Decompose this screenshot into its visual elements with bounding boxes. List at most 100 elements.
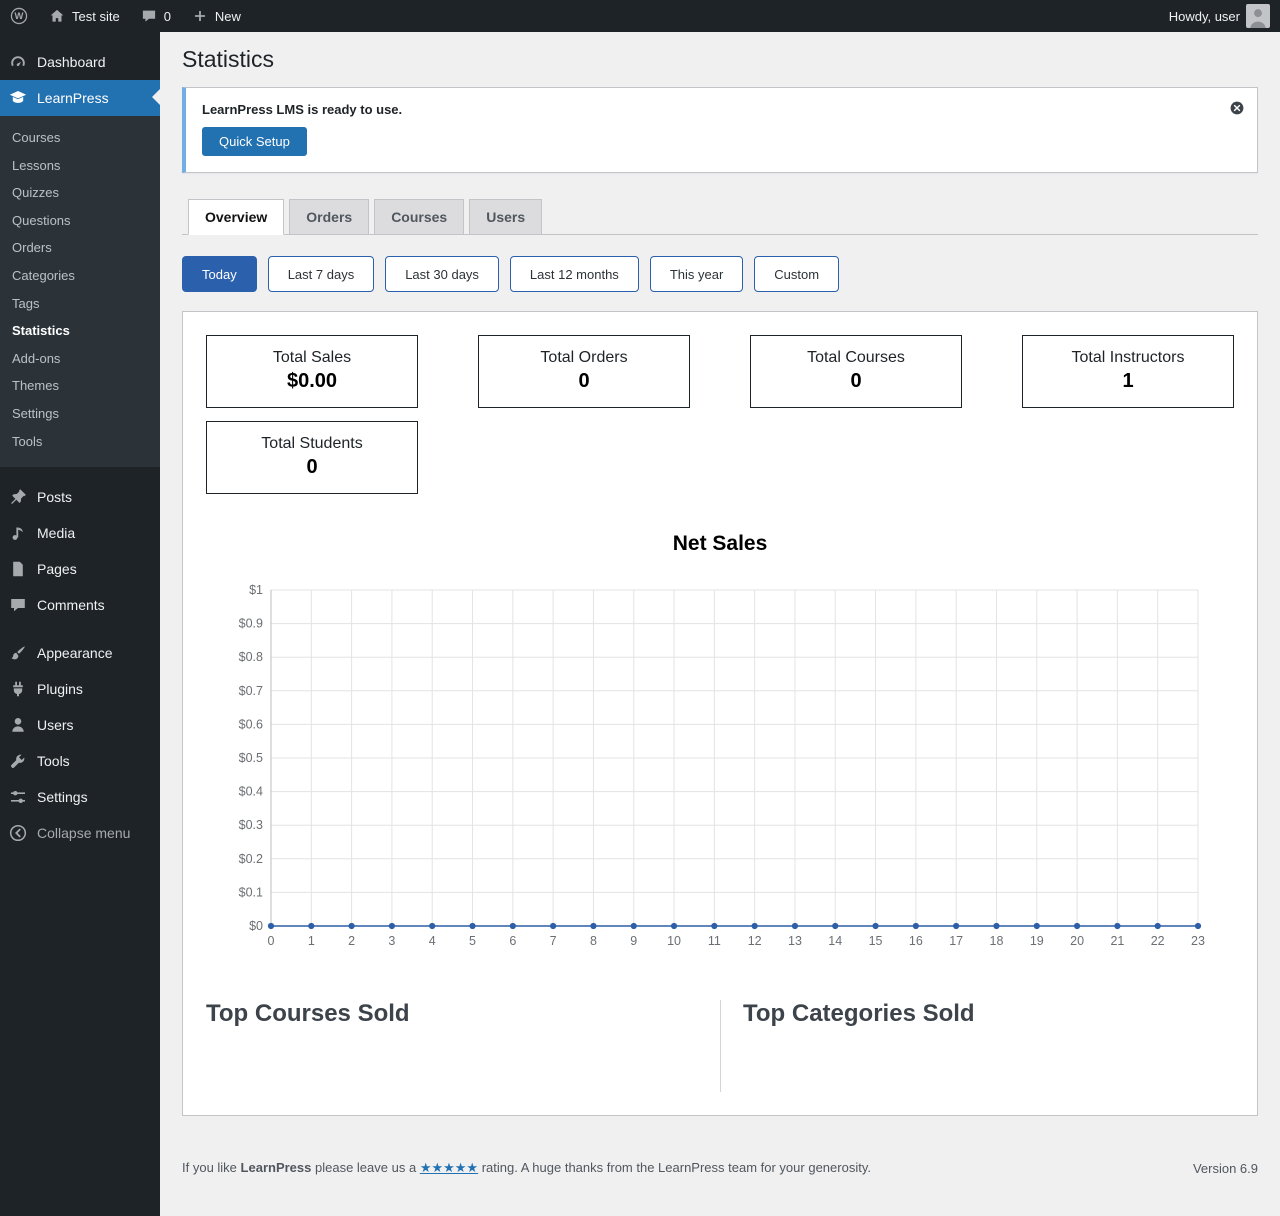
sidebar-item-label: Users <box>37 717 74 734</box>
svg-text:$0.1: $0.1 <box>239 885 263 899</box>
stat-card-value: 0 <box>306 456 318 478</box>
sidebar-item-learnpress[interactable]: LearnPress <box>0 80 160 116</box>
stat-card-total-orders: Total Orders 0 <box>478 335 690 408</box>
sidebar-item-users[interactable]: Users <box>0 707 160 743</box>
submenu-item-tags[interactable]: Tags <box>0 290 160 318</box>
submenu-item-quizzes[interactable]: Quizzes <box>0 179 160 207</box>
top-courses-title: Top Courses Sold <box>206 1000 410 1027</box>
comments-link[interactable]: 0 <box>130 0 181 32</box>
sidebar-item-comments[interactable]: Comments <box>0 587 160 623</box>
sidebar-item-label: Dashboard <box>37 54 106 70</box>
sidebar-item-dashboard[interactable]: Dashboard <box>0 44 160 80</box>
footer: If you like LearnPress please leave us a… <box>182 1116 1258 1190</box>
sidebar-item-settings[interactable]: Settings <box>0 779 160 815</box>
svg-text:14: 14 <box>828 934 842 948</box>
plus-icon <box>191 7 209 25</box>
sidebar-item-label: Comments <box>37 597 105 614</box>
quick-setup-button[interactable]: Quick Setup <box>202 127 307 156</box>
sidebar-item-media[interactable]: Media <box>0 515 160 551</box>
sidebar-item-appearance[interactable]: Appearance <box>0 635 160 671</box>
svg-text:11: 11 <box>708 934 721 948</box>
statistics-tabs: Overview Orders Courses Users <box>182 199 1258 235</box>
submenu-item-orders[interactable]: Orders <box>0 234 160 262</box>
submenu-item-add-ons[interactable]: Add-ons <box>0 345 160 373</box>
dismiss-notice-icon[interactable] <box>1229 100 1245 116</box>
settings-icon <box>8 787 28 807</box>
rating-stars-link[interactable]: ★★★★★ <box>420 1160 478 1175</box>
svg-text:17: 17 <box>949 934 963 948</box>
comments-count: 0 <box>163 8 171 24</box>
svg-text:$1: $1 <box>249 583 263 597</box>
filter-today[interactable]: Today <box>182 256 257 292</box>
submenu-item-courses[interactable]: Courses <box>0 124 160 152</box>
avatar <box>1246 4 1270 28</box>
stat-card-value: 0 <box>850 370 862 392</box>
stat-card-label: Total Students <box>261 435 363 452</box>
tab-overview[interactable]: Overview <box>188 199 285 235</box>
admin-bar-right: Howdy, user <box>1159 0 1280 32</box>
filter-last-30-days[interactable]: Last 30 days <box>385 256 499 292</box>
stat-card-label: Total Orders <box>540 349 628 366</box>
footer-brand: LearnPress <box>240 1160 312 1175</box>
submenu-item-tools[interactable]: Tools <box>0 428 160 456</box>
sidebar-item-pages[interactable]: Pages <box>0 551 160 587</box>
svg-text:0: 0 <box>268 934 275 948</box>
site-name-link[interactable]: Test site <box>38 0 130 32</box>
stat-card-total-students: Total Students 0 <box>206 421 418 494</box>
submenu-item-themes[interactable]: Themes <box>0 372 160 400</box>
stat-cards: Total Sales $0.00 Total Orders 0 Total Cours… <box>206 335 1234 494</box>
sidebar-item-label: Media <box>37 525 76 542</box>
sidebar-item-posts[interactable]: Posts <box>0 479 160 515</box>
sidebar-item-plugins[interactable]: Plugins <box>0 671 160 707</box>
svg-text:$0.3: $0.3 <box>239 818 263 832</box>
submenu-item-statistics[interactable]: Statistics <box>0 317 160 345</box>
svg-text:$0.6: $0.6 <box>239 717 263 731</box>
svg-text:1: 1 <box>308 934 315 948</box>
stat-card-total-courses: Total Courses 0 <box>750 335 962 408</box>
footer-middle: please leave us a <box>315 1160 417 1175</box>
top-categories-title: Top Categories Sold <box>743 1000 975 1027</box>
stat-card-label: Total Sales <box>272 349 352 366</box>
filter-last-12-months[interactable]: Last 12 months <box>509 256 639 292</box>
filter-custom[interactable]: Custom <box>754 256 840 292</box>
plugins-icon <box>8 679 28 699</box>
footer-suffix: rating. A huge thanks from the LearnPres… <box>481 1160 871 1175</box>
svg-text:$0.5: $0.5 <box>239 751 263 765</box>
learnpress-icon <box>8 88 28 108</box>
submenu-item-categories[interactable]: Categories <box>0 262 160 290</box>
top-courses-section: Top Courses Sold <box>206 1000 720 1092</box>
posts-icon <box>8 487 28 507</box>
sidebar-item-collapse-menu[interactable]: Collapse menu <box>0 815 160 851</box>
sidebar-item-tools[interactable]: Tools <box>0 743 160 779</box>
svg-text:15: 15 <box>869 934 883 948</box>
stat-card-value: 0 <box>578 370 590 392</box>
tab-orders[interactable]: Orders <box>289 199 370 235</box>
admin-bar: W Test site 0 New Howdy, user <box>0 0 1280 32</box>
setup-notice: LearnPress LMS is ready to use. Quick Se… <box>182 87 1258 173</box>
version-text: Version 6.9 <box>1192 1161 1258 1176</box>
tab-courses[interactable]: Courses <box>374 199 465 235</box>
svg-text:$0.2: $0.2 <box>239 852 263 866</box>
tab-users[interactable]: Users <box>469 199 543 235</box>
notice-message: LearnPress LMS is ready to use. <box>202 102 403 117</box>
filter-this-year[interactable]: This year <box>649 256 744 292</box>
footer-prefix: If you like <box>182 1160 237 1175</box>
tools-icon <box>8 751 28 771</box>
wordpress-menu[interactable]: W <box>0 0 38 32</box>
new-content-link[interactable]: New <box>181 0 251 32</box>
sidebar-item-label: Pages <box>37 561 77 578</box>
svg-text:13: 13 <box>788 934 802 948</box>
svg-text:$0: $0 <box>249 919 263 933</box>
submenu-item-lessons[interactable]: Lessons <box>0 152 160 180</box>
sidebar-item-label: Settings <box>37 789 88 806</box>
media-icon <box>8 523 28 543</box>
my-account-link[interactable]: Howdy, user <box>1159 0 1280 32</box>
sidebar-item-label: LearnPress <box>37 90 109 106</box>
svg-text:22: 22 <box>1151 934 1165 948</box>
svg-text:$0.8: $0.8 <box>239 650 263 664</box>
svg-text:$0.9: $0.9 <box>239 617 263 631</box>
submenu-item-questions[interactable]: Questions <box>0 207 160 235</box>
sidebar-item-label: Appearance <box>37 645 113 662</box>
submenu-item-settings[interactable]: Settings <box>0 400 160 428</box>
filter-last-7-days[interactable]: Last 7 days <box>267 256 375 292</box>
